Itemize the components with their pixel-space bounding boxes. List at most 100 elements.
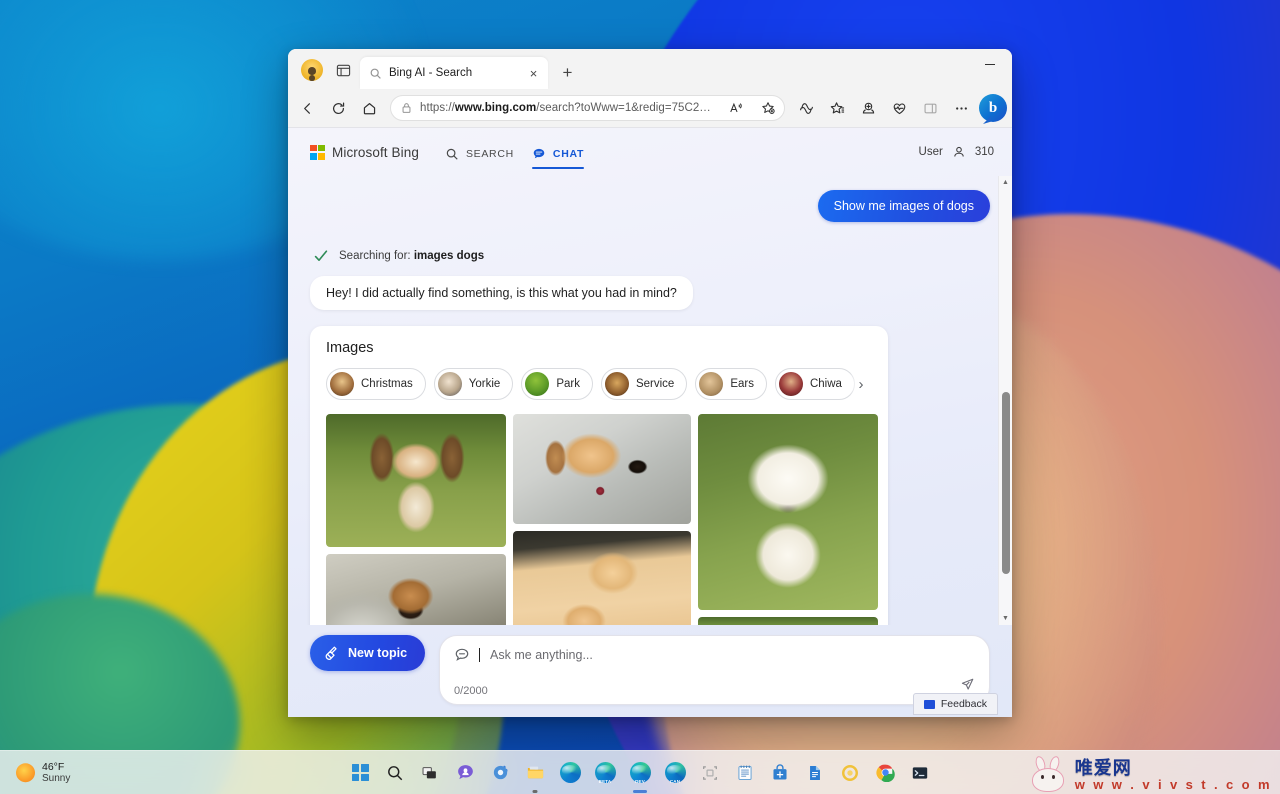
chat-input-placeholder: Ask me anything... — [490, 648, 593, 662]
weather-temperature: 46°F — [42, 761, 70, 773]
scroll-up-icon[interactable]: ▲ — [1002, 176, 1009, 189]
image-column-3 — [698, 414, 878, 625]
bing-header: Microsoft Bing SEARCH CHAT — [288, 128, 1012, 176]
image-result-partial[interactable] — [698, 617, 878, 625]
task-view-icon — [421, 764, 439, 782]
collections-icon[interactable] — [853, 93, 883, 123]
bing-logo-text: Microsoft Bing — [332, 145, 419, 160]
text-cursor — [479, 648, 480, 662]
chip-christmas[interactable]: Christmas — [326, 368, 426, 400]
scrollbar-thumb[interactable] — [1002, 392, 1010, 574]
chip-thumbnail — [779, 372, 803, 396]
rewards-counter[interactable]: 310 — [975, 146, 994, 158]
loop-icon — [841, 764, 859, 782]
edge-beta-badge: BETA — [599, 779, 612, 784]
scroll-down-icon[interactable]: ▼ — [1002, 612, 1009, 625]
close-icon[interactable]: × — [525, 65, 542, 82]
chip-chihuahua[interactable]: Chiwa — [775, 368, 855, 400]
minimize-icon[interactable] — [968, 49, 1012, 80]
new-topic-label: New topic — [348, 646, 407, 660]
edge-beta-button[interactable]: BETA — [590, 758, 620, 788]
scrollbar-track[interactable] — [999, 189, 1012, 612]
settings-button[interactable] — [485, 758, 515, 788]
image-result-white-labrador[interactable] — [698, 414, 878, 610]
edge-dev-button[interactable]: DEV — [625, 758, 655, 788]
bing-header-right: User 310 — [919, 145, 994, 159]
browser-toolbar: https://www.bing.com/search?toWww=1&redi… — [288, 89, 1012, 127]
settings-more-icon[interactable] — [946, 93, 976, 123]
chip-label: Ears — [730, 378, 754, 390]
chrome-button[interactable] — [870, 758, 900, 788]
refresh-icon[interactable] — [323, 93, 353, 123]
home-icon[interactable] — [354, 93, 384, 123]
edge-button[interactable] — [555, 758, 585, 788]
new-topic-button[interactable]: New topic — [310, 635, 425, 671]
tab-search[interactable]: SEARCH — [445, 128, 514, 176]
file-explorer-button[interactable] — [520, 758, 550, 788]
edge-canary-button[interactable]: CAN — [660, 758, 690, 788]
chip-service[interactable]: Service — [601, 368, 687, 400]
tab-title: Bing AI - Search — [389, 67, 518, 79]
chip-label: Park — [556, 378, 580, 390]
new-tab-button[interactable]: + — [554, 59, 581, 86]
images-result-card: Images Christmas Yorkie — [310, 326, 888, 625]
character-counter: 0/2000 — [454, 685, 488, 697]
chat-input-line: Ask me anything... — [454, 647, 975, 663]
add-favorite-icon[interactable] — [756, 97, 780, 119]
feedback-button[interactable]: Feedback — [913, 693, 998, 715]
task-view-button[interactable] — [415, 758, 445, 788]
chat-input-container[interactable]: Ask me anything... 0/2000 — [439, 635, 990, 705]
browser-essentials-icon[interactable] — [884, 93, 914, 123]
taskbar: 46°F Sunny — [0, 750, 1280, 794]
profile-avatar-icon[interactable] — [301, 59, 323, 81]
lock-icon — [401, 102, 412, 114]
notepad-button[interactable] — [730, 758, 760, 788]
store-button[interactable] — [765, 758, 795, 788]
weather-condition: Sunny — [42, 773, 70, 785]
feedback-label: Feedback — [941, 698, 987, 710]
search-button[interactable] — [380, 758, 410, 788]
chip-park[interactable]: Park — [521, 368, 593, 400]
chip-thumbnail — [330, 372, 354, 396]
tab-actions-icon[interactable] — [330, 57, 356, 83]
chip-thumbnail — [699, 372, 723, 396]
windows-logo-icon — [352, 764, 369, 781]
image-result-running-beagle[interactable] — [326, 414, 506, 547]
browser-tab[interactable]: Bing AI - Search × — [360, 57, 548, 89]
document-button[interactable] — [800, 758, 830, 788]
address-bar[interactable]: https://www.bing.com/search?toWww=1&redi… — [390, 95, 785, 121]
chip-yorkie[interactable]: Yorkie — [434, 368, 514, 400]
image-result-labrador-profile[interactable] — [513, 414, 691, 524]
chip-thumbnail — [605, 372, 629, 396]
tab-chat-label: CHAT — [553, 148, 584, 160]
terminal-button[interactable] — [905, 758, 935, 788]
loop-button[interactable] — [835, 758, 865, 788]
weather-widget[interactable]: 46°F Sunny — [8, 758, 78, 788]
image-result-boxer-puppy[interactable] — [326, 554, 506, 625]
rewards-points: 310 — [975, 146, 994, 158]
search-icon — [445, 147, 459, 161]
microsoft-bing-logo[interactable]: Microsoft Bing — [310, 145, 419, 160]
images-card-title: Images — [326, 340, 872, 356]
sidebar-icon — [915, 93, 945, 123]
favorites-icon[interactable] — [822, 93, 852, 123]
page-scrollbar[interactable]: ▲ ▼ — [998, 176, 1012, 625]
chrome-icon — [876, 763, 895, 782]
copilot-bing-button[interactable]: b — [979, 94, 1007, 122]
person-icon[interactable] — [952, 145, 966, 159]
snipping-tool-button[interactable] — [695, 758, 725, 788]
chat-button[interactable] — [450, 758, 480, 788]
chip-ears[interactable]: Ears — [695, 368, 767, 400]
terminal-icon — [911, 764, 929, 782]
chevron-right-icon[interactable]: › — [850, 369, 872, 399]
tab-search-label: SEARCH — [466, 148, 514, 160]
image-result-two-puppies[interactable] — [513, 531, 691, 625]
read-aloud-icon[interactable] — [724, 97, 748, 119]
tab-chat[interactable]: CHAT — [532, 128, 584, 176]
start-button[interactable] — [345, 758, 375, 788]
feedback-flag-icon — [924, 700, 935, 709]
desktop: Bing AI - Search × + — [0, 0, 1280, 794]
split-screen-icon[interactable] — [791, 93, 821, 123]
back-arrow-icon[interactable] — [292, 93, 322, 123]
search-status-row: Searching for: images dogs — [310, 248, 990, 264]
